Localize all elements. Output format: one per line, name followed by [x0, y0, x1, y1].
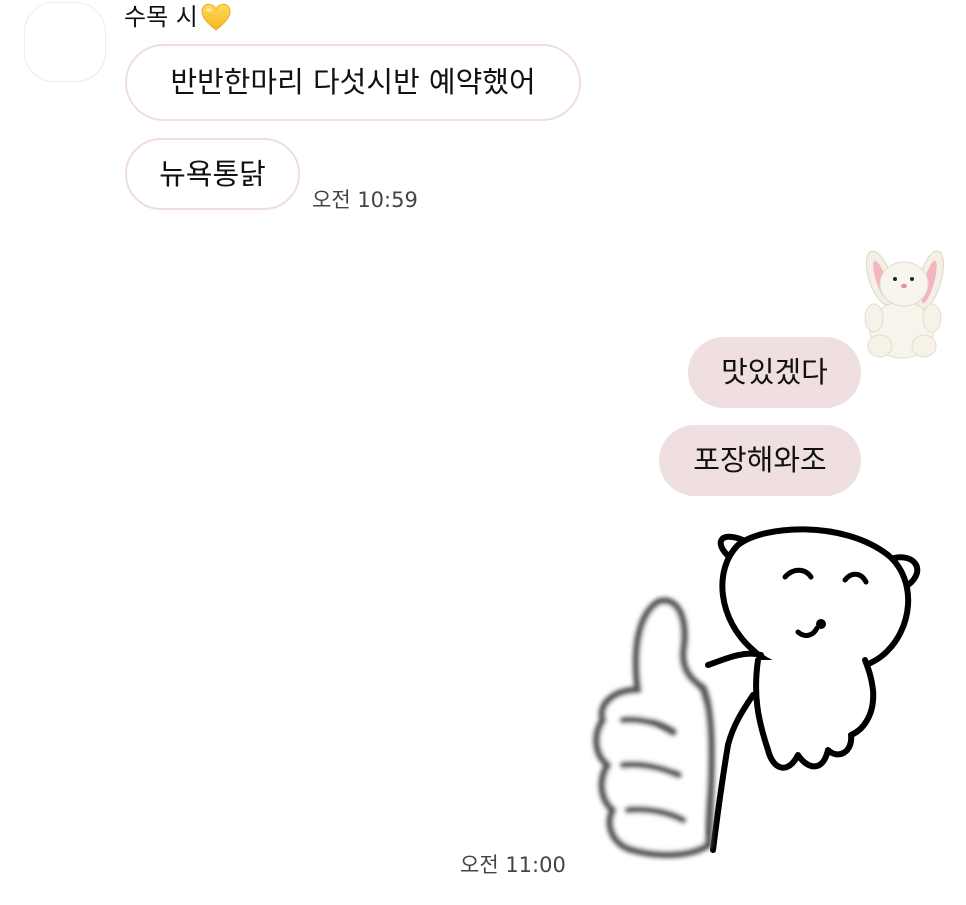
sender-avatar[interactable]: [24, 2, 106, 82]
outgoing-message[interactable]: 포장해와조: [659, 425, 861, 496]
yellow-heart-icon: [201, 3, 231, 31]
message-time: 오전 10:59: [312, 188, 418, 212]
sender-name: 수목 시: [124, 0, 232, 34]
outgoing-message[interactable]: 맛있겠다: [688, 337, 861, 408]
message-text: 맛있겠다: [721, 355, 828, 389]
message-text: 뉴욕통닭: [159, 156, 266, 191]
thumbs-up-bear-sticker[interactable]: [583, 520, 933, 880]
message-text: 반반한마리 다섯시반 예약했어: [170, 65, 536, 99]
incoming-message[interactable]: 반반한마리 다섯시반 예약했어: [125, 44, 581, 121]
message-text: 포장해와조: [693, 443, 827, 477]
sender-name-label: 수목 시: [124, 3, 198, 31]
message-time: 오전 11:00: [460, 853, 566, 877]
incoming-message[interactable]: 뉴욕통닭: [125, 138, 300, 210]
plush-bunny-icon[interactable]: [850, 246, 950, 364]
